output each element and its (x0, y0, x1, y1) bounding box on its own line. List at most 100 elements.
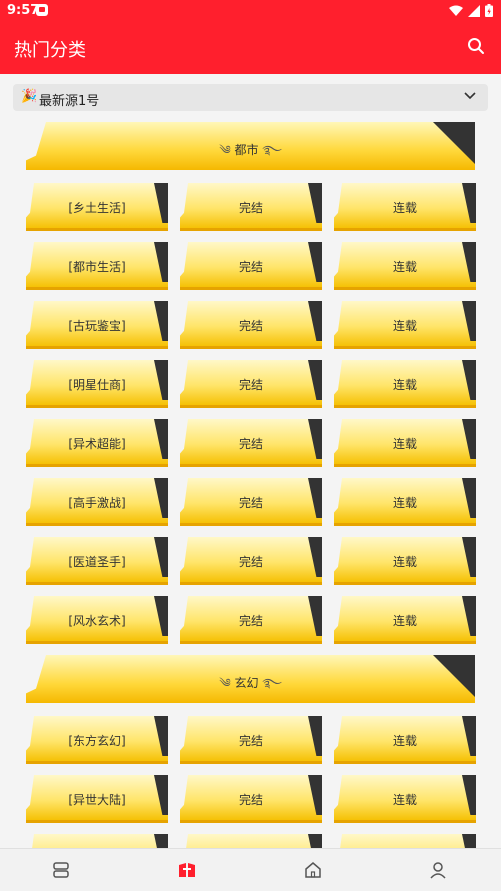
tile-label: [高手激战] (68, 496, 126, 510)
subcategory-tile[interactable]: [异术超能] (26, 419, 168, 467)
tile-edge (26, 761, 168, 764)
section-title-wrap: ༄ 都市 ࿐ (26, 137, 475, 171)
nav-profile[interactable] (429, 861, 451, 881)
tile-label: 连载 (392, 378, 417, 392)
completed-tile[interactable]: 完结 (180, 596, 322, 644)
completed-tile[interactable]: 完结 (180, 775, 322, 823)
subcategory-tile[interactable]: [高手激战] (26, 478, 168, 526)
tile-edge (334, 464, 476, 467)
tile-label: 完结 (238, 496, 263, 510)
tile-edge (26, 464, 168, 467)
ongoing-tile[interactable]: 连载 (334, 360, 476, 408)
subcategory-tile[interactable]: [异世大陆] (26, 775, 168, 823)
tile-edge (180, 582, 322, 585)
tile-label: 连载 (392, 496, 417, 510)
completed-tile[interactable]: 完结 (180, 419, 322, 467)
tile-label: 连载 (392, 793, 417, 807)
tile-edge (334, 641, 476, 644)
section-title: 玄幻 (234, 676, 259, 690)
category-list[interactable]: ༄ 都市 ࿐ [乡土生活] 完结 连载 [都市生活] 完结 连载 [古玩鉴宝] 完结 连载 [明星仕… (0, 116, 501, 848)
subcategory-tile[interactable]: [古玩鉴宝] (26, 301, 168, 349)
subcategory-tile[interactable]: [医道圣手] (26, 537, 168, 585)
nav-categories[interactable] (178, 861, 200, 881)
signal-icon (468, 4, 480, 17)
tile-edge (334, 228, 476, 231)
completed-tile[interactable]: 完结 (180, 183, 322, 231)
tile-edge (334, 346, 476, 349)
completed-tile[interactable]: 完结 (180, 360, 322, 408)
tile-label: 完结 (238, 793, 263, 807)
subcategory-tile[interactable]: [乡土生活] (26, 183, 168, 231)
tile-shape (334, 834, 476, 848)
ongoing-tile[interactable]: 连载 (334, 537, 476, 585)
tile-label: 完结 (238, 319, 263, 333)
subcategory-tile[interactable]: [明星仕商] (26, 360, 168, 408)
tile-label: 完结 (238, 734, 263, 748)
subcategory-tile[interactable]: [东方玄幻] (26, 716, 168, 764)
bottom-nav (0, 848, 501, 891)
category-grid: [东方玄幻] 完结 连载 [异世大陆] 完结 连载 (0, 716, 501, 848)
completed-tile[interactable]: 完结 (180, 537, 322, 585)
tile-label: 完结 (238, 378, 263, 392)
notification-icon (36, 4, 48, 16)
tile-edge (180, 464, 322, 467)
tile-label: 完结 (238, 437, 263, 451)
tile-edge (334, 761, 476, 764)
status-bar: 9:57 (0, 0, 501, 22)
tile-label: [异术超能] (68, 437, 126, 451)
tile-edge (26, 820, 168, 823)
section-title-wrap: ༄ 玄幻 ࿐ (26, 670, 475, 704)
ongoing-tile[interactable]: 连载 (334, 301, 476, 349)
tile-label: 连载 (392, 734, 417, 748)
tile-edge (26, 228, 168, 231)
completed-tile[interactable]: 完结 (180, 478, 322, 526)
section-header[interactable]: ༄ 玄幻 ࿐ (26, 655, 475, 703)
tile-label: 连载 (392, 437, 417, 451)
user-icon (430, 862, 446, 879)
ongoing-tile[interactable]: 连载 (334, 183, 476, 231)
ongoing-tile[interactable]: 连载 (334, 596, 476, 644)
tile-edge (334, 287, 476, 290)
tile-label: [乡土生活] (68, 201, 126, 215)
home-icon (305, 862, 321, 878)
search-icon (468, 38, 484, 54)
tile-label: [风水玄术] (68, 614, 126, 628)
search-button[interactable] (467, 37, 485, 59)
completed-tile[interactable]: 完结 (180, 242, 322, 290)
nav-home[interactable] (304, 861, 326, 881)
ongoing-tile[interactable] (334, 834, 476, 848)
subcategory-tile[interactable]: [风水玄术] (26, 596, 168, 644)
tile-edge (180, 405, 322, 408)
section-header[interactable]: ༄ 都市 ࿐ (26, 122, 475, 170)
ongoing-tile[interactable]: 连载 (334, 716, 476, 764)
category-grid: [乡土生活] 完结 连载 [都市生活] 完结 连载 [古玩鉴宝] 完结 连载 [明星仕商] 完结 连载… (0, 183, 501, 644)
chevron-down-icon (464, 92, 476, 100)
ongoing-tile[interactable]: 连载 (334, 242, 476, 290)
battery-icon (485, 4, 493, 17)
tile-label: [异世大陆] (68, 793, 126, 807)
ongoing-tile[interactable]: 连载 (334, 419, 476, 467)
bookshelf-icon (53, 862, 69, 878)
subcategory-tile[interactable] (26, 834, 168, 848)
section-title: 都市 (234, 143, 259, 157)
sections: ༄ 都市 ࿐ [乡土生活] 完结 连载 [都市生活] 完结 连载 [古玩鉴宝] 完结 连载 [明星仕… (0, 122, 501, 848)
nav-bookshelf[interactable] (52, 861, 74, 881)
ongoing-tile[interactable]: 连载 (334, 775, 476, 823)
source-dropdown[interactable]: 🎉 最新源1号 (13, 84, 488, 111)
tile-label: 完结 (238, 614, 263, 628)
tile-edge (26, 405, 168, 408)
app-bar: 热门分类 (0, 22, 501, 74)
tile-edge (334, 820, 476, 823)
tile-edge (26, 346, 168, 349)
completed-tile[interactable]: 完结 (180, 716, 322, 764)
tile-edge (334, 582, 476, 585)
completed-tile[interactable] (180, 834, 322, 848)
subcategory-tile[interactable]: [都市生活] (26, 242, 168, 290)
ongoing-tile[interactable]: 连载 (334, 478, 476, 526)
tile-edge (180, 346, 322, 349)
tile-label: [古玩鉴宝] (68, 319, 126, 333)
tile-edge (180, 523, 322, 526)
party-popper-icon: 🎉 (21, 89, 38, 104)
tile-label: [明星仕商] (68, 378, 126, 392)
completed-tile[interactable]: 完结 (180, 301, 322, 349)
